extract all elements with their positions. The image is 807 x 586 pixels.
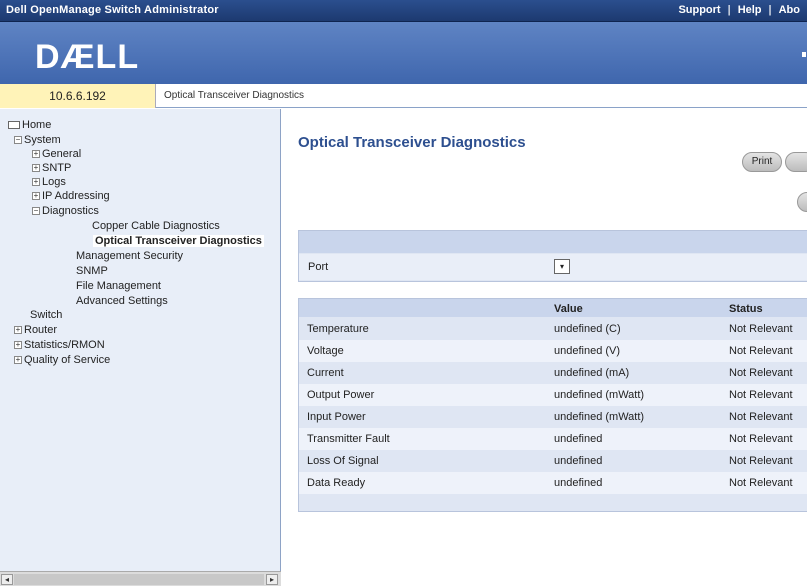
- row-value: undefined (mWatt): [554, 411, 645, 423]
- table-row: Temperature undefined (C) Not Relevant: [299, 318, 807, 340]
- chevron-down-icon: ▾: [559, 262, 564, 271]
- table-row: Input Power undefined (mWatt) Not Relevant: [299, 406, 807, 428]
- expand-icon[interactable]: +: [14, 341, 22, 350]
- row-value: undefined (C): [554, 323, 621, 335]
- tree-item-home[interactable]: Home: [8, 119, 51, 131]
- tree-item-logs[interactable]: + Logs: [32, 176, 66, 188]
- expand-icon[interactable]: +: [14, 356, 22, 365]
- breadcrumb: Optical Transceiver Diagnostics: [164, 90, 305, 101]
- expand-icon[interactable]: +: [32, 178, 40, 187]
- expand-icon[interactable]: +: [32, 192, 40, 201]
- row-value: undefined (mA): [554, 367, 630, 379]
- row-status: Not Relevant: [729, 477, 793, 489]
- expand-icon[interactable]: +: [32, 164, 40, 173]
- tree-item-copper-cable[interactable]: Copper Cable Diagnostics: [92, 220, 220, 232]
- port-label: Port: [308, 261, 329, 273]
- row-value: undefined: [554, 477, 603, 489]
- expand-icon[interactable]: +: [14, 326, 22, 335]
- row-name: Output Power: [307, 389, 375, 401]
- row-status: Not Relevant: [729, 323, 793, 335]
- info-bar: 10.6.6.192 Optical Transceiver Diagnosti…: [0, 84, 807, 108]
- tree-item-system[interactable]: − System: [14, 134, 61, 146]
- row-name: Loss Of Signal: [307, 455, 379, 467]
- tree-item-sntp[interactable]: + SNTP: [32, 162, 71, 174]
- tree-item-router[interactable]: + Router: [14, 324, 57, 336]
- row-value: undefined: [554, 433, 603, 445]
- table-row: Data Ready undefined Not Relevant: [299, 472, 807, 494]
- tree-item-switch[interactable]: Switch: [30, 309, 62, 321]
- table-row: Transmitter Fault undefined Not Relevant: [299, 428, 807, 450]
- tree-item-file-management[interactable]: File Management: [76, 280, 161, 292]
- row-name: Voltage: [307, 345, 344, 357]
- table-row: Loss Of Signal undefined Not Relevant: [299, 450, 807, 472]
- tree-item-qos[interactable]: + Quality of Service: [14, 354, 110, 366]
- row-status: Not Relevant: [729, 389, 793, 401]
- main-content: Optical Transceiver Diagnostics Print Po…: [282, 109, 807, 586]
- tree-item-statistics[interactable]: + Statistics/RMON: [14, 339, 105, 351]
- toolbar-button[interactable]: [785, 152, 807, 172]
- table-row: Current undefined (mA) Not Relevant: [299, 362, 807, 384]
- row-value: undefined: [554, 455, 603, 467]
- tree-item-general[interactable]: + General: [32, 148, 81, 160]
- row-name: Temperature: [307, 323, 369, 335]
- row-value: undefined (V): [554, 345, 621, 357]
- navigation-tree: Home − System + General + SNTP + Logs + IP Ad…: [0, 109, 281, 586]
- row-name: Transmitter Fault: [307, 433, 390, 445]
- folder-icon: [8, 121, 20, 130]
- column-header-value: Value: [554, 303, 583, 315]
- column-header-status: Status: [729, 303, 763, 315]
- tree-horizontal-scrollbar[interactable]: ◂ ▸: [0, 571, 281, 586]
- device-ip: 10.6.6.192: [0, 84, 156, 108]
- table-row: Voltage undefined (V) Not Relevant: [299, 340, 807, 362]
- scroll-left-icon[interactable]: ◂: [1, 574, 13, 585]
- brand-banner: DÆLL: [0, 22, 807, 84]
- row-name: Input Power: [307, 411, 366, 423]
- scroll-right-icon[interactable]: ▸: [266, 574, 278, 585]
- expand-icon[interactable]: +: [32, 150, 40, 159]
- app-title: Dell OpenManage Switch Administrator: [6, 4, 219, 16]
- print-button[interactable]: Print: [742, 152, 782, 172]
- tree-item-management-security[interactable]: Management Security: [76, 250, 183, 262]
- page-title: Optical Transceiver Diagnostics: [298, 134, 526, 151]
- row-status: Not Relevant: [729, 345, 793, 357]
- collapse-icon[interactable]: −: [14, 136, 22, 145]
- about-link[interactable]: Abo: [772, 4, 807, 16]
- table-row: Output Power undefined (mWatt) Not Relevan…: [299, 384, 807, 406]
- row-name: Data Ready: [307, 477, 366, 489]
- dell-logo: DÆLL: [35, 38, 140, 76]
- row-status: Not Relevant: [729, 455, 793, 467]
- refresh-button[interactable]: [797, 192, 807, 212]
- row-name: Current: [307, 367, 344, 379]
- tree-item-optical-transceiver[interactable]: Optical Transceiver Diagnostics: [93, 235, 264, 247]
- banner-mark: [802, 52, 806, 57]
- diagnostics-table: Value Status Temperature undefined (C) Not…: [298, 298, 807, 512]
- tree-item-diagnostics[interactable]: − Diagnostics: [32, 205, 99, 217]
- tree-item-snmp[interactable]: SNMP: [76, 265, 108, 277]
- tree-item-advanced-settings[interactable]: Advanced Settings: [76, 295, 168, 307]
- port-panel-header: [299, 231, 807, 253]
- row-status: Not Relevant: [729, 367, 793, 379]
- top-links: Support | Help | Abo: [671, 4, 807, 16]
- port-select[interactable]: ▾: [554, 259, 570, 274]
- link-separator: |: [768, 4, 772, 16]
- support-link[interactable]: Support: [671, 4, 727, 16]
- scroll-thumb[interactable]: [14, 574, 264, 585]
- tree-item-ip-addressing[interactable]: + IP Addressing: [32, 190, 110, 202]
- port-row: Port ▾: [299, 254, 807, 280]
- help-link[interactable]: Help: [731, 4, 769, 16]
- row-value: undefined (mWatt): [554, 389, 645, 401]
- collapse-icon[interactable]: −: [32, 207, 40, 216]
- link-separator: |: [727, 4, 731, 16]
- row-status: Not Relevant: [729, 433, 793, 445]
- port-panel: Port ▾: [298, 230, 807, 282]
- row-status: Not Relevant: [729, 411, 793, 423]
- table-header: Value Status: [299, 299, 807, 317]
- title-bar: Dell OpenManage Switch Administrator Sup…: [0, 0, 807, 22]
